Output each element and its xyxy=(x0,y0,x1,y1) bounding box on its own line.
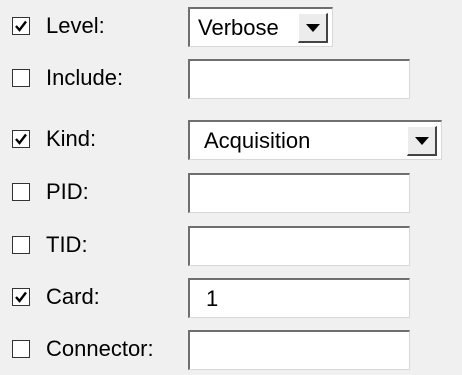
checkmark-icon xyxy=(15,133,27,145)
kind-label: Kind: xyxy=(46,126,97,151)
kind-dropdown-button[interactable] xyxy=(407,126,437,156)
filter-row-card: Card: 1 xyxy=(0,271,462,323)
include-input[interactable] xyxy=(188,59,410,99)
pid-label: PID: xyxy=(46,179,89,204)
connector-checkbox[interactable] xyxy=(12,340,30,358)
tid-checkbox[interactable] xyxy=(12,236,30,254)
card-input-value: 1 xyxy=(206,286,219,311)
kind-checkbox[interactable] xyxy=(12,130,30,148)
pid-checkbox[interactable] xyxy=(12,183,30,201)
card-checkbox[interactable] xyxy=(12,288,30,306)
level-dropdown-button[interactable] xyxy=(298,13,328,43)
include-checkbox[interactable] xyxy=(12,69,30,87)
pid-input[interactable] xyxy=(188,173,410,213)
filter-row-level: Level: Verbose xyxy=(0,0,462,52)
level-checkbox[interactable] xyxy=(12,17,30,35)
checkmark-icon xyxy=(15,291,27,303)
level-select[interactable]: Verbose xyxy=(188,7,333,47)
include-label: Include: xyxy=(46,65,124,90)
chevron-down-icon xyxy=(306,24,320,32)
connector-label: Connector: xyxy=(46,336,154,361)
chevron-down-icon xyxy=(415,137,429,145)
filter-row-include: Include: xyxy=(0,52,462,104)
level-label: Level: xyxy=(46,13,105,38)
filter-row-connector: Connector: xyxy=(0,323,462,375)
checkmark-icon xyxy=(15,20,27,32)
card-input[interactable]: 1 xyxy=(188,278,410,318)
filter-row-kind: Kind: Acquisition xyxy=(0,113,462,165)
filter-row-tid: TID: xyxy=(0,219,462,271)
kind-select-value: Acquisition xyxy=(204,128,311,153)
tid-label: TID: xyxy=(46,232,88,257)
filter-row-pid: PID: xyxy=(0,166,462,218)
level-select-value: Verbose xyxy=(198,15,279,40)
kind-select[interactable]: Acquisition xyxy=(188,120,442,160)
tid-input[interactable] xyxy=(188,226,410,266)
connector-input[interactable] xyxy=(188,330,410,370)
card-label: Card: xyxy=(46,284,100,309)
